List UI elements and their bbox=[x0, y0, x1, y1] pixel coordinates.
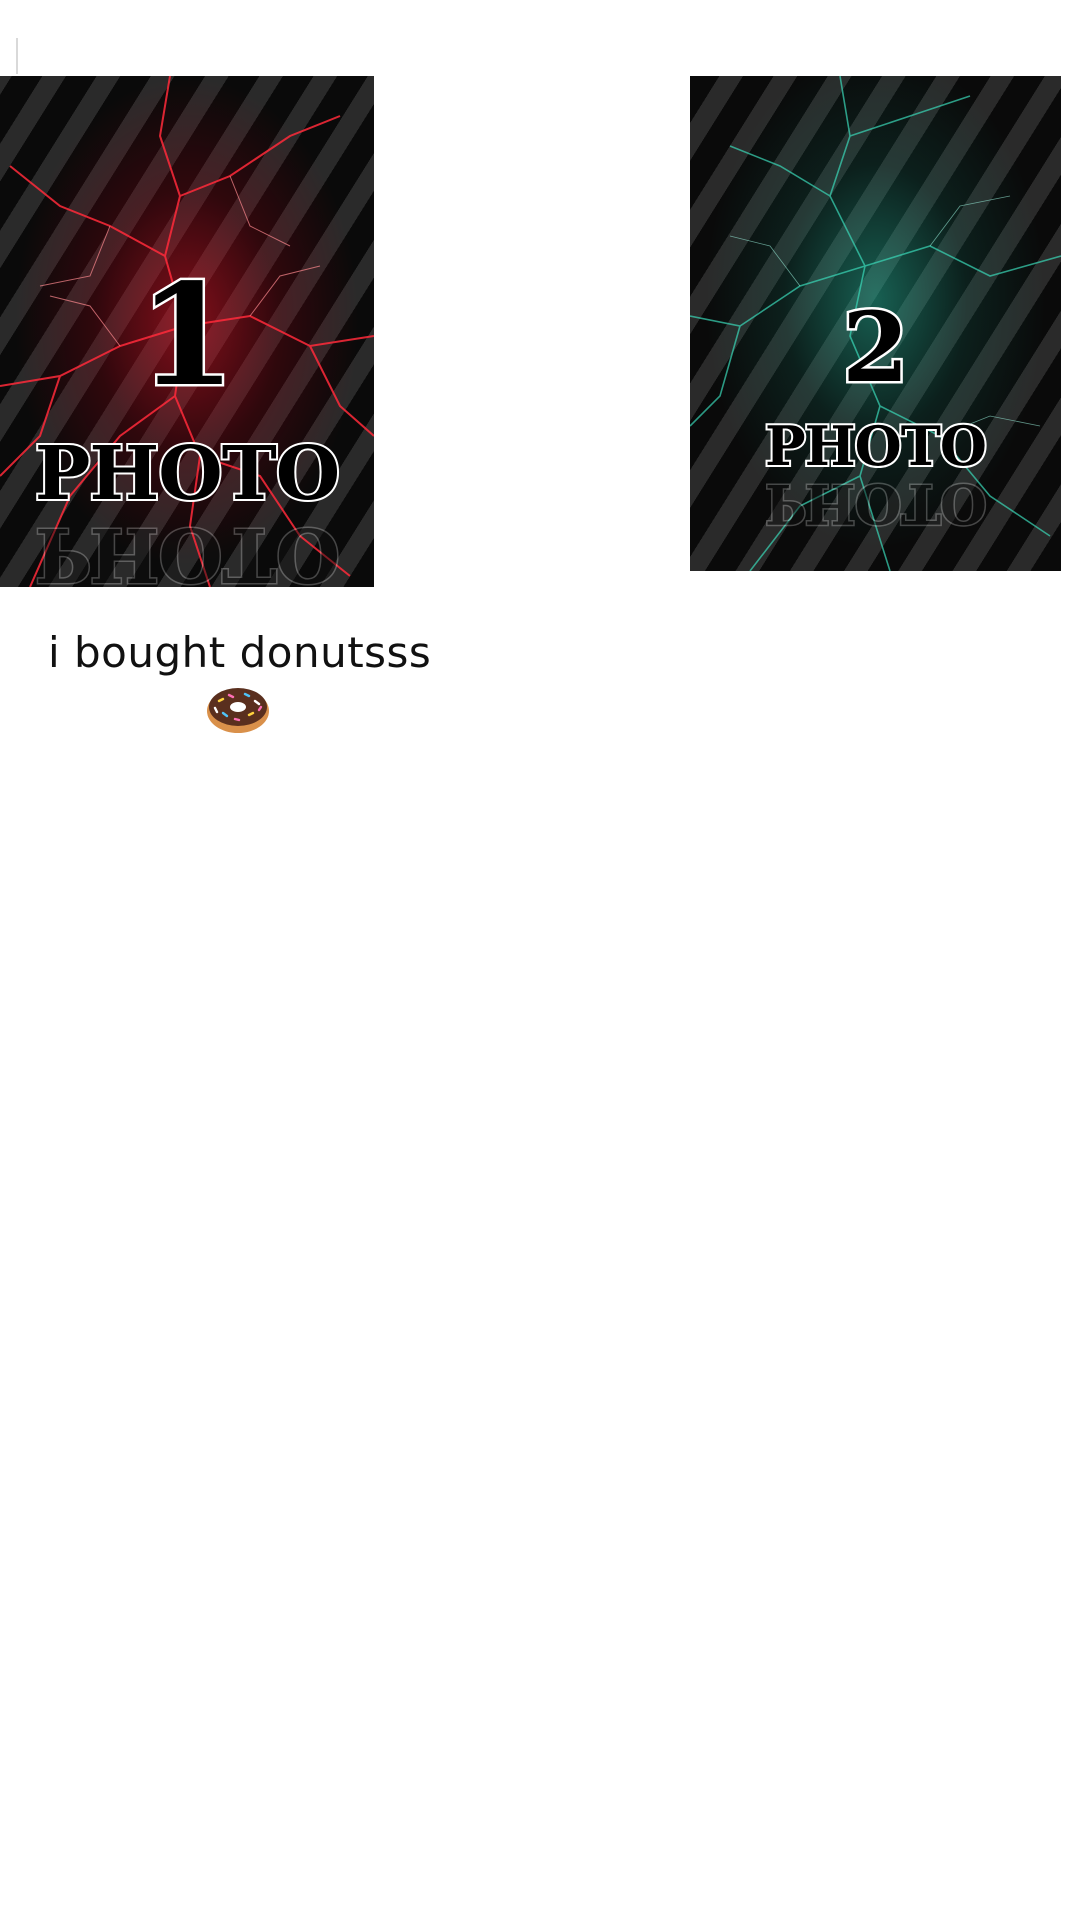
photo-card-1[interactable]: 1 PHOTO PHOTO bbox=[0, 76, 374, 587]
donut-icon bbox=[207, 688, 269, 733]
photo-label-reflection: PHOTO bbox=[33, 510, 341, 588]
text-cursor bbox=[16, 38, 18, 74]
photo-number: 2 bbox=[840, 291, 912, 404]
caption-text: i bought donutsss bbox=[48, 628, 432, 677]
photo-number: 1 bbox=[136, 254, 238, 418]
photo-label-reflection: PHOTO bbox=[764, 471, 988, 538]
photo-label: PHOTO bbox=[33, 431, 343, 517]
photo-label: PHOTO bbox=[763, 414, 989, 478]
photo-card-2[interactable]: 2 PHOTO PHOTO bbox=[690, 76, 1061, 571]
